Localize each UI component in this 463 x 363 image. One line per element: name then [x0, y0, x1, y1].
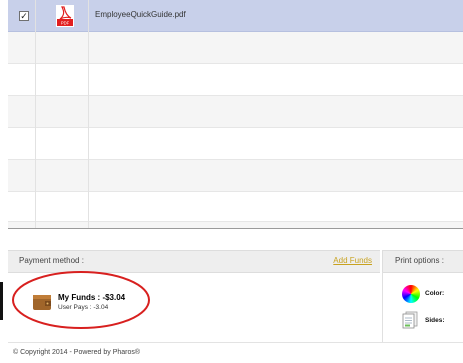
add-funds-link[interactable]: Add Funds [333, 256, 372, 265]
left-edge-bar [0, 282, 3, 320]
column-divider [88, 0, 89, 228]
file-row-empty [8, 160, 463, 192]
file-row[interactable]: ✓ PDF EmployeeQuickGuide.pdf [8, 0, 463, 32]
file-row-empty [8, 96, 463, 128]
file-row-empty [8, 64, 463, 96]
print-options-divider [382, 272, 383, 342]
duplex-pages-icon[interactable] [402, 311, 418, 329]
file-row-empty [8, 32, 463, 64]
file-checkbox[interactable]: ✓ [19, 11, 29, 21]
copyright-text: © Copyright 2014 - Powered by Pharos® [13, 349, 141, 356]
pdf-icon: PDF [56, 5, 74, 27]
pdf-icon-label: PDF [61, 21, 70, 26]
file-row-empty [8, 128, 463, 160]
file-grid: ✓ PDF EmployeeQuickGuide.pdf [8, 0, 463, 229]
color-option-label: Color: [425, 290, 445, 297]
column-divider [35, 0, 36, 228]
file-name[interactable]: EmployeeQuickGuide.pdf [95, 10, 186, 19]
file-row-empty [8, 192, 463, 224]
print-options-title: Print options : [395, 256, 444, 265]
print-options-header: Print options : [382, 250, 463, 273]
section-divider [8, 228, 463, 229]
highlight-circle-annotation [12, 271, 150, 329]
sides-option-label: Sides: [425, 317, 445, 324]
footer: © Copyright 2014 - Powered by Pharos® [8, 342, 463, 363]
payment-method-title: Payment method : [19, 256, 84, 265]
color-wheel-icon[interactable] [402, 285, 420, 303]
